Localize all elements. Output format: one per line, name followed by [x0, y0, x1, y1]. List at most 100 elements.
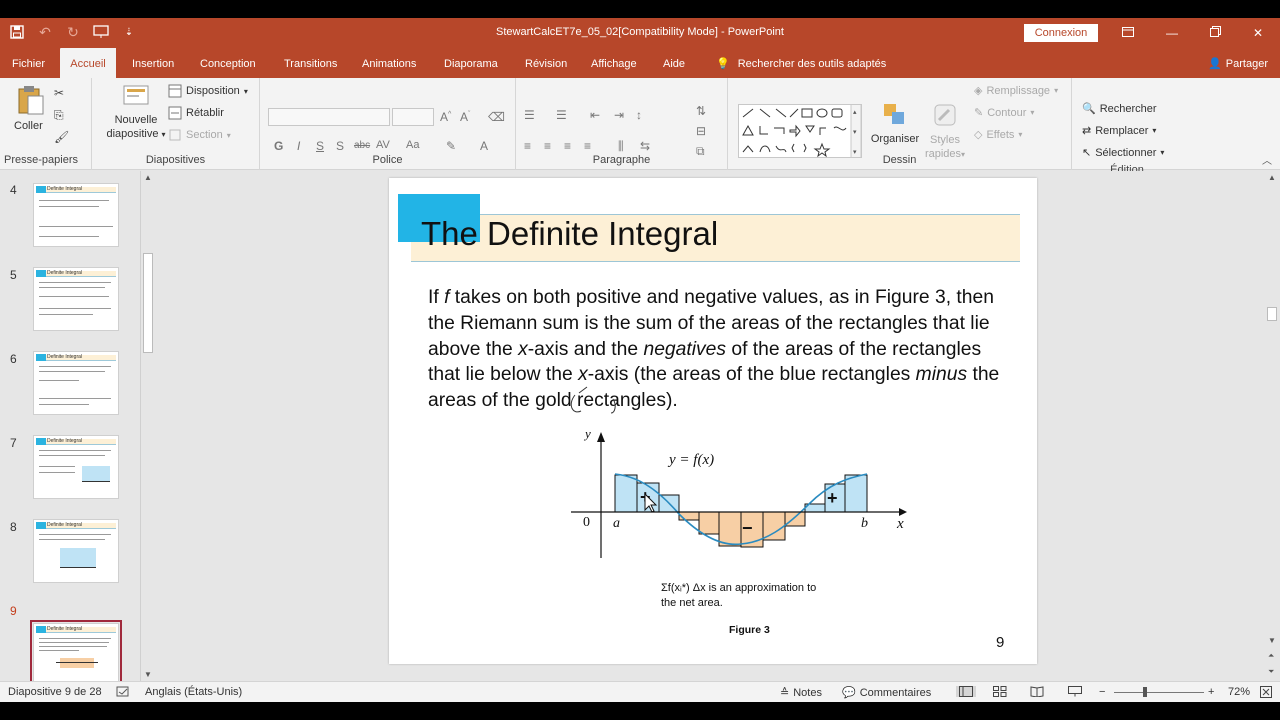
next-slide-icon[interactable]: ⏷	[1268, 667, 1274, 677]
copy-icon[interactable]: ⎘	[54, 108, 64, 123]
shape-outline-button[interactable]: ✎ Contour ▾	[974, 106, 1034, 120]
zoom-in-icon[interactable]: +	[1208, 686, 1214, 698]
slide-sorter-icon[interactable]	[993, 686, 1007, 697]
figure-caption: Σf(xᵢ*) Δx is an approximation to the ne…	[661, 581, 861, 611]
slide-counter[interactable]: Diapositive 9 de 28	[8, 686, 102, 698]
editor-scroll-thumb[interactable]	[1267, 307, 1277, 321]
normal-view-icon[interactable]	[956, 686, 976, 697]
comments-button[interactable]: 💬 Commentaires	[842, 686, 931, 700]
font-size-combobox[interactable]	[392, 108, 434, 126]
tab-aide[interactable]: Aide	[659, 48, 689, 78]
align-center-icon[interactable]: ≡	[544, 139, 551, 153]
minimize-icon[interactable]: —	[1162, 24, 1182, 42]
shape-effects-button[interactable]: ◇ Effets ▾	[974, 128, 1022, 142]
arrange-button[interactable]: Organiser	[870, 102, 920, 145]
font-color-button[interactable]: A	[480, 139, 488, 153]
tab-accueil[interactable]: Accueil	[60, 48, 116, 78]
columns-icon[interactable]: ⫼	[618, 139, 624, 154]
layout-button[interactable]: Disposition ▾	[168, 84, 248, 98]
notes-button[interactable]: ≙ Notes	[780, 686, 822, 700]
justify-icon[interactable]: ≡	[584, 139, 591, 153]
thumbnail-slide-6[interactable]: Definite Integral	[33, 351, 119, 415]
connexion-button[interactable]: Connexion	[1024, 24, 1098, 42]
paste-button[interactable]: Coller	[14, 84, 46, 136]
slide-canvas[interactable]: The Definite Integral If f takes on both…	[389, 178, 1037, 664]
ribbon-display-icon[interactable]	[1118, 24, 1138, 42]
select-button[interactable]: ↖ Sélectionner ▾	[1082, 146, 1164, 160]
thumbnail-slide-5[interactable]: Definite Integral	[33, 267, 119, 331]
zoom-out-icon[interactable]: −	[1099, 686, 1105, 698]
scroll-down-icon[interactable]: ▼	[1268, 636, 1276, 645]
change-case-button[interactable]: Aa	[406, 139, 419, 151]
align-text-icon[interactable]: ⊟	[696, 124, 706, 138]
scroll-up-icon[interactable]: ▲	[1268, 173, 1276, 182]
strikethrough-button[interactable]: abc	[354, 140, 370, 151]
tab-revision[interactable]: Révision	[521, 48, 571, 78]
thumbnail-slide-8[interactable]: Definite Integral	[33, 519, 119, 583]
new-slide-button[interactable]: Nouvelle diapositive ▾	[104, 84, 168, 144]
thumbnail-number: 6	[10, 352, 17, 366]
reset-button[interactable]: Rétablir	[168, 106, 224, 120]
tell-me-search[interactable]: 💡 Rechercher des outils adaptés	[712, 48, 890, 78]
fit-to-window-icon[interactable]	[1260, 686, 1272, 698]
tab-fichier[interactable]: Fichier	[8, 48, 49, 78]
char-spacing-button[interactable]: AV	[376, 139, 390, 151]
thumbnails-scrollbar[interactable]: ▲ ▼	[140, 171, 154, 681]
slide-title[interactable]: The Definite Integral	[421, 215, 718, 253]
bullets-icon[interactable]: ☰	[524, 108, 535, 122]
language-indicator[interactable]: Anglais (États-Unis)	[145, 686, 242, 698]
tab-animations[interactable]: Animations	[358, 48, 420, 78]
thumbnail-number: 5	[10, 268, 17, 282]
editor-scrollbar[interactable]: ▲ ▼ ⏶ ⏷	[1264, 171, 1280, 681]
shadow-button[interactable]: S	[336, 139, 344, 153]
section-button[interactable]: Section ▾	[168, 128, 231, 142]
bold-button[interactable]: G	[274, 139, 283, 153]
rtl-icon[interactable]: ⇆	[640, 139, 650, 153]
shapes-gallery[interactable]: ▴▾▾	[738, 104, 862, 158]
find-button[interactable]: 🔍 Rechercher	[1082, 102, 1157, 116]
cut-icon[interactable]: ✂	[54, 86, 64, 100]
thumbnails-scroll-thumb[interactable]	[143, 253, 153, 353]
close-icon[interactable]: ✕	[1248, 24, 1268, 42]
italic-button[interactable]: I	[297, 139, 300, 153]
replace-button[interactable]: ⇄ Remplacer ▾	[1082, 124, 1156, 138]
shrink-font-icon[interactable]: Aˇ	[460, 110, 470, 124]
spellcheck-icon[interactable]	[116, 686, 130, 698]
align-left-icon[interactable]: ≡	[524, 139, 531, 153]
tab-affichage[interactable]: Affichage	[587, 48, 641, 78]
thumbnail-slide-7[interactable]: Definite Integral	[33, 435, 119, 499]
collapse-ribbon-icon[interactable]: ︿	[1262, 152, 1272, 167]
restore-icon[interactable]	[1205, 24, 1225, 42]
tab-conception[interactable]: Conception	[196, 48, 260, 78]
highlight-icon[interactable]: ✎	[446, 139, 456, 153]
clear-format-icon[interactable]: ⌫	[488, 110, 505, 124]
tab-diaporama[interactable]: Diaporama	[440, 48, 502, 78]
slide-body-text[interactable]: If f takes on both positive and negative…	[428, 285, 1008, 414]
shape-fill-button[interactable]: ◈ Remplissage ▾	[974, 84, 1058, 98]
grow-font-icon[interactable]: A^	[440, 110, 451, 124]
thumbnail-slide-9[interactable]: Definite Integral	[33, 623, 119, 687]
align-right-icon[interactable]: ≡	[564, 139, 571, 153]
font-name-combobox[interactable]	[268, 108, 390, 126]
thumbnail-slide-4[interactable]: Definite Integral	[33, 183, 119, 247]
scroll-up-icon[interactable]: ▲	[144, 173, 152, 182]
numbering-icon[interactable]: ☰	[556, 108, 567, 122]
scroll-down-icon[interactable]: ▼	[144, 670, 152, 679]
share-button[interactable]: 👤 Partager	[1208, 48, 1268, 80]
underline-button[interactable]: S	[316, 139, 324, 153]
format-painter-icon[interactable]: 🖌	[54, 130, 69, 144]
zoom-slider-handle[interactable]	[1143, 687, 1147, 697]
quick-styles-button[interactable]: Styles rapides▾	[924, 102, 966, 162]
text-direction-icon[interactable]: ⇅	[696, 104, 706, 118]
slideshow-icon[interactable]	[1068, 686, 1082, 697]
line-spacing-icon[interactable]: ↕	[636, 108, 642, 122]
tab-transitions[interactable]: Transitions	[280, 48, 341, 78]
decrease-indent-icon[interactable]: ⇤	[590, 108, 600, 122]
zoom-level[interactable]: 72%	[1228, 686, 1250, 698]
previous-slide-icon[interactable]: ⏶	[1268, 651, 1274, 661]
tab-insertion[interactable]: Insertion	[128, 48, 178, 78]
zoom-slider[interactable]	[1114, 687, 1204, 697]
reading-view-icon[interactable]	[1030, 686, 1044, 697]
increase-indent-icon[interactable]: ⇥	[614, 108, 624, 122]
blue-rectangle	[844, 474, 868, 513]
